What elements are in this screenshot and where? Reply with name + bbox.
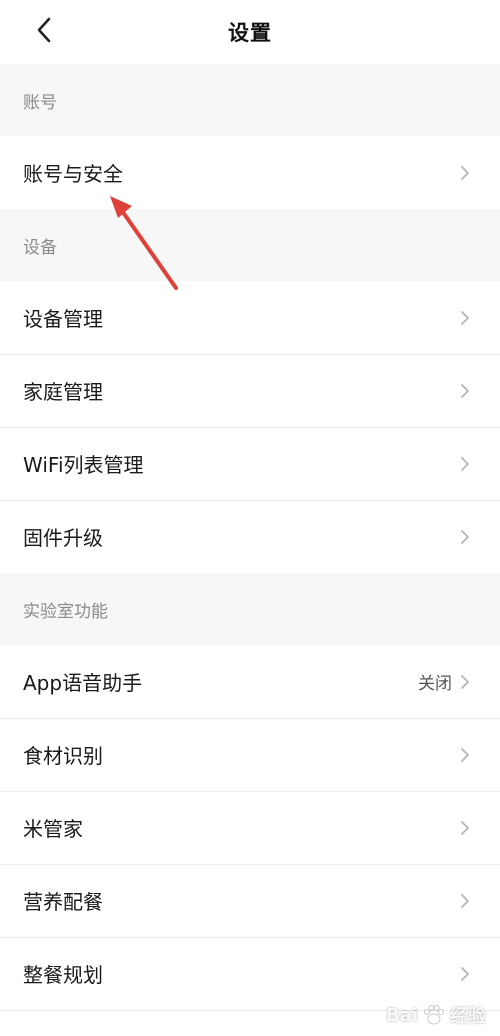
settings-item-label: 米管家 bbox=[23, 817, 83, 841]
settings-screen: 设置 账号 账号与安全 设备 设备管理 家庭管理 WiFi列表管理 固件升级 实… bbox=[0, 0, 500, 1036]
page-title: 设置 bbox=[228, 21, 272, 45]
section-header-account: 账号 bbox=[0, 64, 500, 136]
watermark-text-right: 经验 bbox=[450, 1006, 486, 1027]
settings-item-rice-butler[interactable]: 米管家 bbox=[0, 791, 500, 864]
section-header-device: 设备 bbox=[0, 209, 500, 281]
chevron-right-icon bbox=[460, 165, 470, 181]
top-bar: 设置 bbox=[0, 0, 500, 64]
settings-item-family-management[interactable]: 家庭管理 bbox=[0, 354, 500, 427]
back-button[interactable] bbox=[26, 12, 62, 48]
settings-item-firmware-upgrade[interactable]: 固件升级 bbox=[0, 500, 500, 573]
chevron-right-icon bbox=[460, 674, 470, 690]
chevron-right-icon bbox=[460, 383, 470, 399]
settings-item-voice-assistant[interactable]: App语音助手 关闭 bbox=[0, 645, 500, 718]
settings-item-label: 设备管理 bbox=[23, 307, 103, 331]
settings-item-nutrition-meals[interactable]: 营养配餐 bbox=[0, 864, 500, 937]
chevron-right-icon bbox=[460, 529, 470, 545]
paw-icon bbox=[424, 1005, 444, 1025]
chevron-right-icon bbox=[460, 893, 470, 909]
settings-item-label: App语音助手 bbox=[23, 671, 143, 695]
section-header-lab-features: 实验室功能 bbox=[0, 573, 500, 645]
chevron-left-icon bbox=[37, 17, 51, 43]
watermark-text-left: Bai bbox=[385, 1004, 418, 1026]
chevron-right-icon bbox=[460, 456, 470, 472]
settings-item-food-recognition[interactable]: 食材识别 bbox=[0, 718, 500, 791]
settings-item-value: 关闭 bbox=[418, 674, 452, 694]
settings-item-label: 食材识别 bbox=[23, 744, 103, 768]
chevron-right-icon bbox=[460, 966, 470, 982]
settings-item-label: 固件升级 bbox=[23, 526, 103, 550]
settings-item-device-management[interactable]: 设备管理 bbox=[0, 281, 500, 354]
settings-item-meal-planning[interactable]: 整餐规划 bbox=[0, 937, 500, 1010]
settings-item-label: 营养配餐 bbox=[23, 890, 103, 914]
settings-item-label: 整餐规划 bbox=[23, 963, 103, 987]
settings-item-label: 家庭管理 bbox=[23, 380, 103, 404]
chevron-right-icon bbox=[460, 747, 470, 763]
settings-item-wifi-list[interactable]: WiFi列表管理 bbox=[0, 427, 500, 500]
settings-item-label: 账号与安全 bbox=[23, 162, 123, 186]
chevron-right-icon bbox=[460, 820, 470, 836]
baidu-watermark: Bai 经验 bbox=[386, 1002, 486, 1028]
settings-item-label: WiFi列表管理 bbox=[23, 453, 144, 477]
settings-item-account-security[interactable]: 账号与安全 bbox=[0, 136, 500, 209]
chevron-right-icon bbox=[460, 310, 470, 326]
